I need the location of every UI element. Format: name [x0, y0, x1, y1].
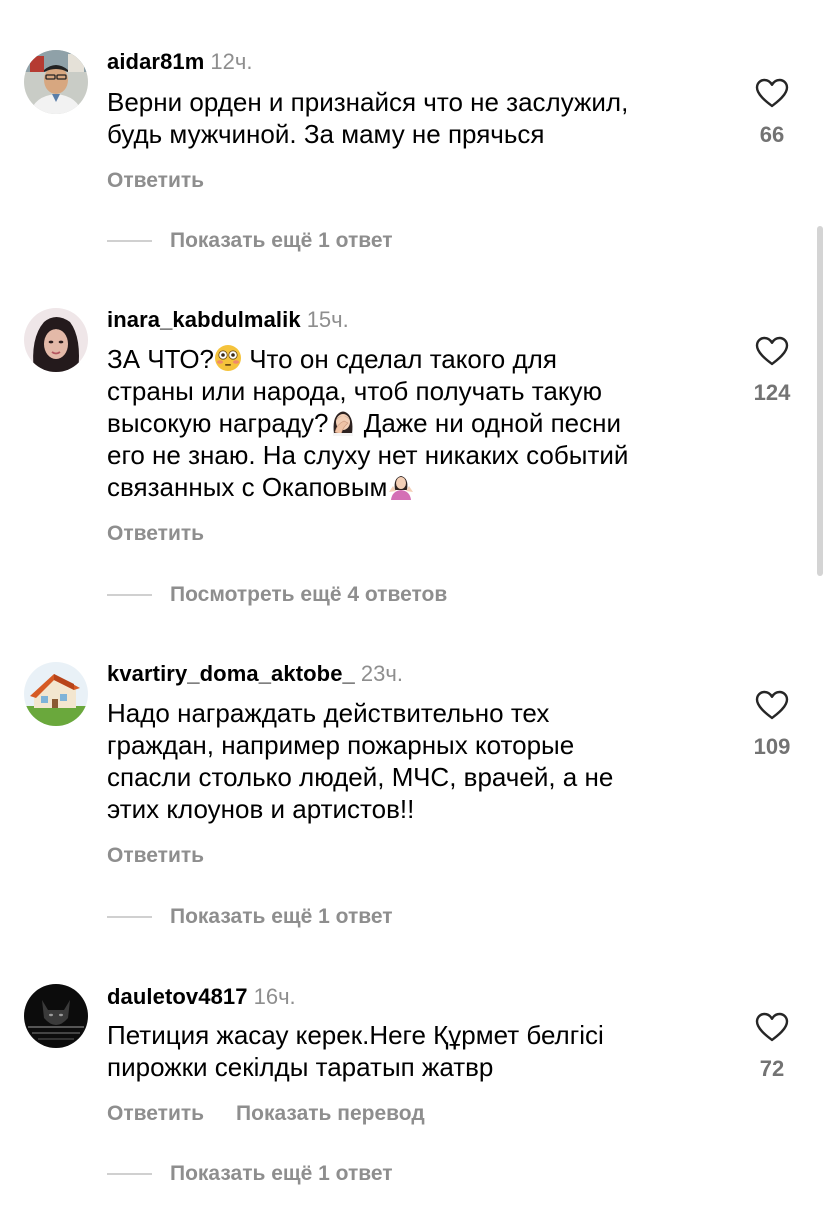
like-block: 109 — [740, 690, 804, 760]
comment-header: dauletov4817 16ч. — [107, 983, 296, 1011]
comment-text-part: ЗА ЧТО? — [107, 344, 214, 374]
comment-username[interactable]: dauletov4817 — [107, 984, 248, 1009]
heart-outline-icon[interactable] — [755, 336, 789, 366]
comment-text: ЗА ЧТО? Что он сделал такого для страны … — [107, 343, 717, 503]
like-count: 72 — [759, 1056, 785, 1081]
reply-button[interactable]: Ответить — [107, 169, 204, 192]
heart-outline-icon[interactable] — [755, 1012, 789, 1042]
heart-outline-icon[interactable] — [755, 78, 789, 108]
replies-divider — [107, 240, 152, 242]
comment-username[interactable]: inara_kabdulmalik — [107, 307, 301, 332]
heart-outline-icon[interactable] — [755, 690, 789, 720]
comment-header: aidar81m 12ч. — [107, 48, 252, 76]
like-block: 124 — [740, 336, 804, 406]
like-block: 66 — [740, 78, 804, 148]
comment-time: 16ч. — [253, 984, 296, 1009]
comment-username[interactable]: kvartiry_doma_aktobe_ — [107, 661, 355, 686]
comment-time: 23ч. — [360, 661, 403, 686]
reply-button[interactable]: Ответить — [107, 844, 204, 867]
view-replies-label: Показать ещё 1 ответ — [170, 1162, 393, 1185]
replies-divider — [107, 1173, 152, 1175]
view-replies-button[interactable]: Посмотреть ещё 4 ответов — [107, 581, 447, 609]
comment-header: kvartiry_doma_aktobe_ 23ч. — [107, 660, 403, 688]
comment-header: inara_kabdulmalik 15ч. — [107, 306, 349, 334]
avatar[interactable] — [24, 984, 88, 1048]
avatar[interactable] — [24, 662, 88, 726]
flushed-face-emoji — [215, 345, 241, 371]
view-replies-button[interactable]: Показать ещё 1 ответ — [107, 903, 393, 931]
comment-actions: Ответить Показать перевод — [107, 1101, 425, 1127]
reply-button[interactable]: Ответить — [107, 1102, 204, 1125]
view-replies-button[interactable]: Показать ещё 1 ответ — [107, 227, 393, 255]
comment-actions: Ответить — [107, 521, 204, 547]
translate-button[interactable]: Показать перевод — [236, 1102, 425, 1125]
avatar[interactable] — [24, 308, 88, 372]
comment-text: Петиция жасау керек.Неге Құрмет белгісі … — [107, 1020, 604, 1082]
scrollbar[interactable] — [817, 226, 823, 576]
comment-actions: Ответить — [107, 168, 204, 194]
like-count: 109 — [753, 734, 791, 759]
comment-text: Верни орден и признайся что не заслужил,… — [107, 87, 629, 149]
comment-text: Надо награждать действительно тех гражда… — [107, 698, 614, 824]
view-replies-label: Показать ещё 1 ответ — [170, 905, 393, 928]
comment-actions: Ответить — [107, 843, 204, 869]
woman-facepalming-emoji — [332, 411, 353, 436]
comment-time: 12ч. — [210, 49, 253, 74]
view-replies-label: Показать ещё 1 ответ — [170, 229, 393, 252]
like-block: 72 — [740, 1012, 804, 1082]
comment-username[interactable]: aidar81m — [107, 49, 204, 74]
replies-divider — [107, 916, 152, 918]
avatar[interactable] — [24, 50, 88, 114]
view-replies-button[interactable]: Показать ещё 1 ответ — [107, 1160, 393, 1188]
like-count: 66 — [759, 122, 785, 147]
like-count: 124 — [753, 380, 791, 405]
woman-shrugging-emoji — [389, 476, 414, 500]
comment-time: 15ч. — [306, 307, 349, 332]
replies-divider — [107, 594, 152, 596]
view-replies-label: Посмотреть ещё 4 ответов — [170, 583, 448, 606]
reply-button[interactable]: Ответить — [107, 522, 204, 545]
